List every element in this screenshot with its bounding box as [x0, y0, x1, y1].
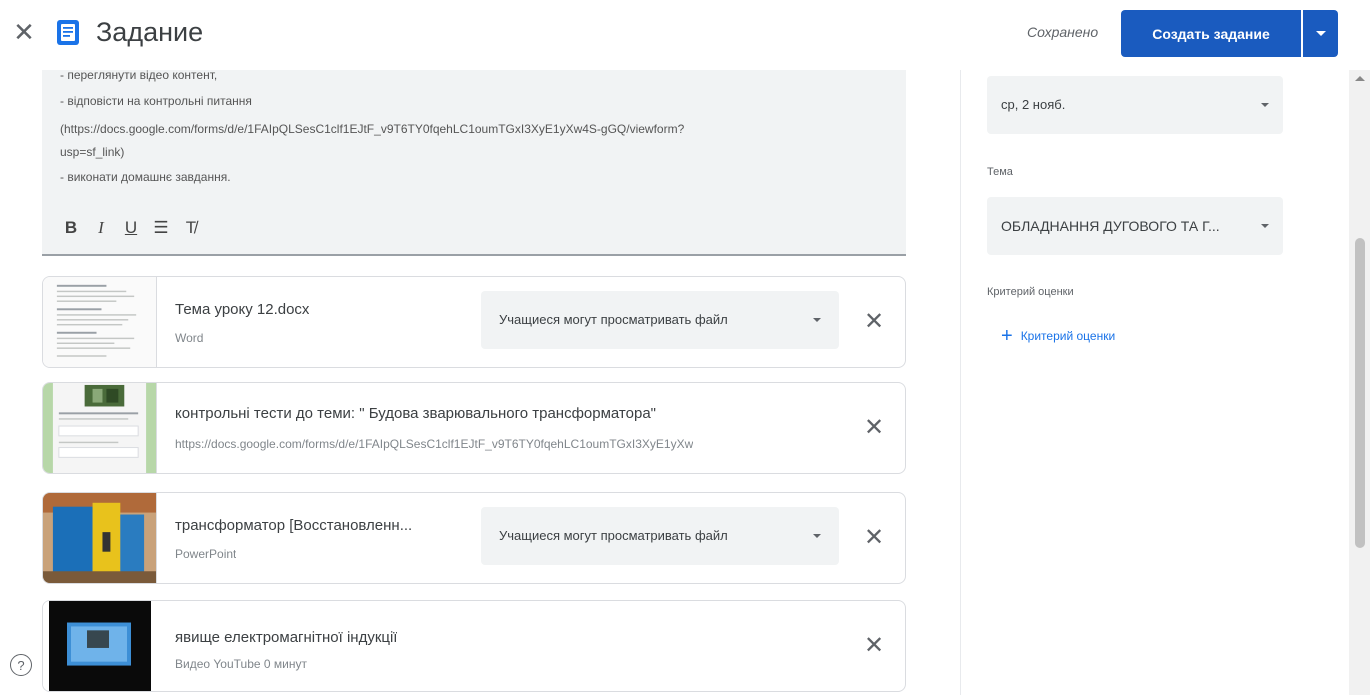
scrollbar-thumb[interactable] [1355, 238, 1365, 548]
attachment-type: PowerPoint [175, 547, 237, 561]
chevron-down-icon [1261, 224, 1269, 228]
attachment-title: Тема уроку 12.docx [175, 301, 310, 318]
page-title: Задание [96, 17, 204, 47]
chevron-down-icon [1261, 103, 1269, 107]
bulleted-list-button[interactable]: ☰ [146, 216, 176, 240]
permission-label: Учащиеся могут просматривать файл [499, 312, 728, 327]
remove-attachment-icon[interactable]: ✕ [859, 413, 889, 443]
topic-label: Тема [987, 166, 1013, 178]
criteria-label: Критерий оценки [987, 286, 1074, 298]
attachment-title: трансформатор [Восстановленн... [175, 517, 413, 534]
assignment-icon [57, 20, 79, 45]
bold-button[interactable]: B [56, 216, 86, 240]
add-criteria-label: Критерий оценки [1020, 329, 1116, 343]
settings-panel: ср, 2 нояб. Тема ОБЛАДНАННЯ ДУГОВОГО ТА … [960, 70, 1370, 695]
attachment-card[interactable]: контрольні тести до теми: " Будова зварю… [42, 382, 906, 474]
description-editor[interactable]: - переглянути відео контент, - відповіст… [42, 68, 906, 256]
clear-formatting-button[interactable]: T̸ [176, 216, 206, 240]
remove-attachment-icon[interactable]: ✕ [859, 307, 889, 337]
chevron-down-icon [1315, 31, 1326, 36]
scroll-up-arrow-icon[interactable] [1355, 76, 1365, 81]
remove-attachment-icon[interactable]: ✕ [859, 631, 889, 661]
chevron-down-icon [813, 318, 821, 322]
attachment-card[interactable]: трансформатор [Восстановленн... PowerPoi… [42, 492, 906, 584]
attachment-card[interactable]: Тема уроку 12.docx Word Учащиеся могут п… [42, 276, 906, 368]
create-assignment-button[interactable]: Создать задание [1121, 10, 1301, 57]
video-thumbnail [43, 601, 157, 691]
attachment-url: https://docs.google.com/forms/d/e/1FAIpQ… [175, 437, 694, 451]
create-options-dropdown[interactable] [1303, 10, 1338, 57]
description-line: - відповісти на контрольні питання [60, 94, 252, 108]
topic-select[interactable]: ОБЛАДНАННЯ ДУГОВОГО ТА Г... [987, 197, 1283, 255]
document-thumbnail [43, 277, 157, 367]
chevron-down-icon [813, 534, 821, 538]
underline-button[interactable]: U [116, 216, 146, 240]
description-line: usp=sf_link) [60, 145, 125, 159]
sharing-permission-select[interactable]: Учащиеся могут просматривать файл [481, 291, 839, 349]
form-thumbnail [43, 383, 157, 473]
add-criteria-button[interactable]: + Критерий оценки [987, 316, 1179, 356]
presentation-thumbnail [43, 493, 157, 583]
attachment-type: Word [175, 331, 204, 345]
remove-attachment-icon[interactable]: ✕ [859, 523, 889, 553]
attachment-meta: Видео YouTube 0 минут [175, 657, 307, 671]
description-line: - виконати домашнє завдання. [60, 170, 231, 184]
description-line: (https://docs.google.com/forms/d/e/1FAIp… [60, 122, 685, 136]
due-date-value: ср, 2 нояб. [1001, 97, 1066, 112]
scrollbar[interactable] [1349, 70, 1370, 695]
format-toolbar: B I U ☰ T̸ [56, 216, 206, 240]
attachment-card[interactable]: явище електромагнітної індукції Видео Yo… [42, 600, 906, 692]
main-content: - переглянути відео контент, - відповіст… [0, 68, 960, 695]
attachment-title: контрольні тести до теми: " Будова зварю… [175, 405, 656, 422]
due-date-select[interactable]: ср, 2 нояб. [987, 76, 1283, 134]
help-icon[interactable]: ? [10, 654, 32, 676]
save-status: Сохранено [1027, 24, 1099, 40]
topic-value: ОБЛАДНАННЯ ДУГОВОГО ТА Г... [1001, 218, 1220, 234]
attachment-title: явище електромагнітної індукції [175, 629, 398, 646]
sharing-permission-select[interactable]: Учащиеся могут просматривать файл [481, 507, 839, 565]
italic-button[interactable]: I [86, 216, 116, 240]
plus-icon: + [1001, 325, 1013, 347]
close-icon[interactable]: ✕ [10, 18, 38, 46]
app-header: ✕ Задание Сохранено Создать задание [0, 0, 1370, 70]
permission-label: Учащиеся могут просматривать файл [499, 528, 728, 543]
description-line: - переглянути відео контент, [60, 68, 218, 82]
